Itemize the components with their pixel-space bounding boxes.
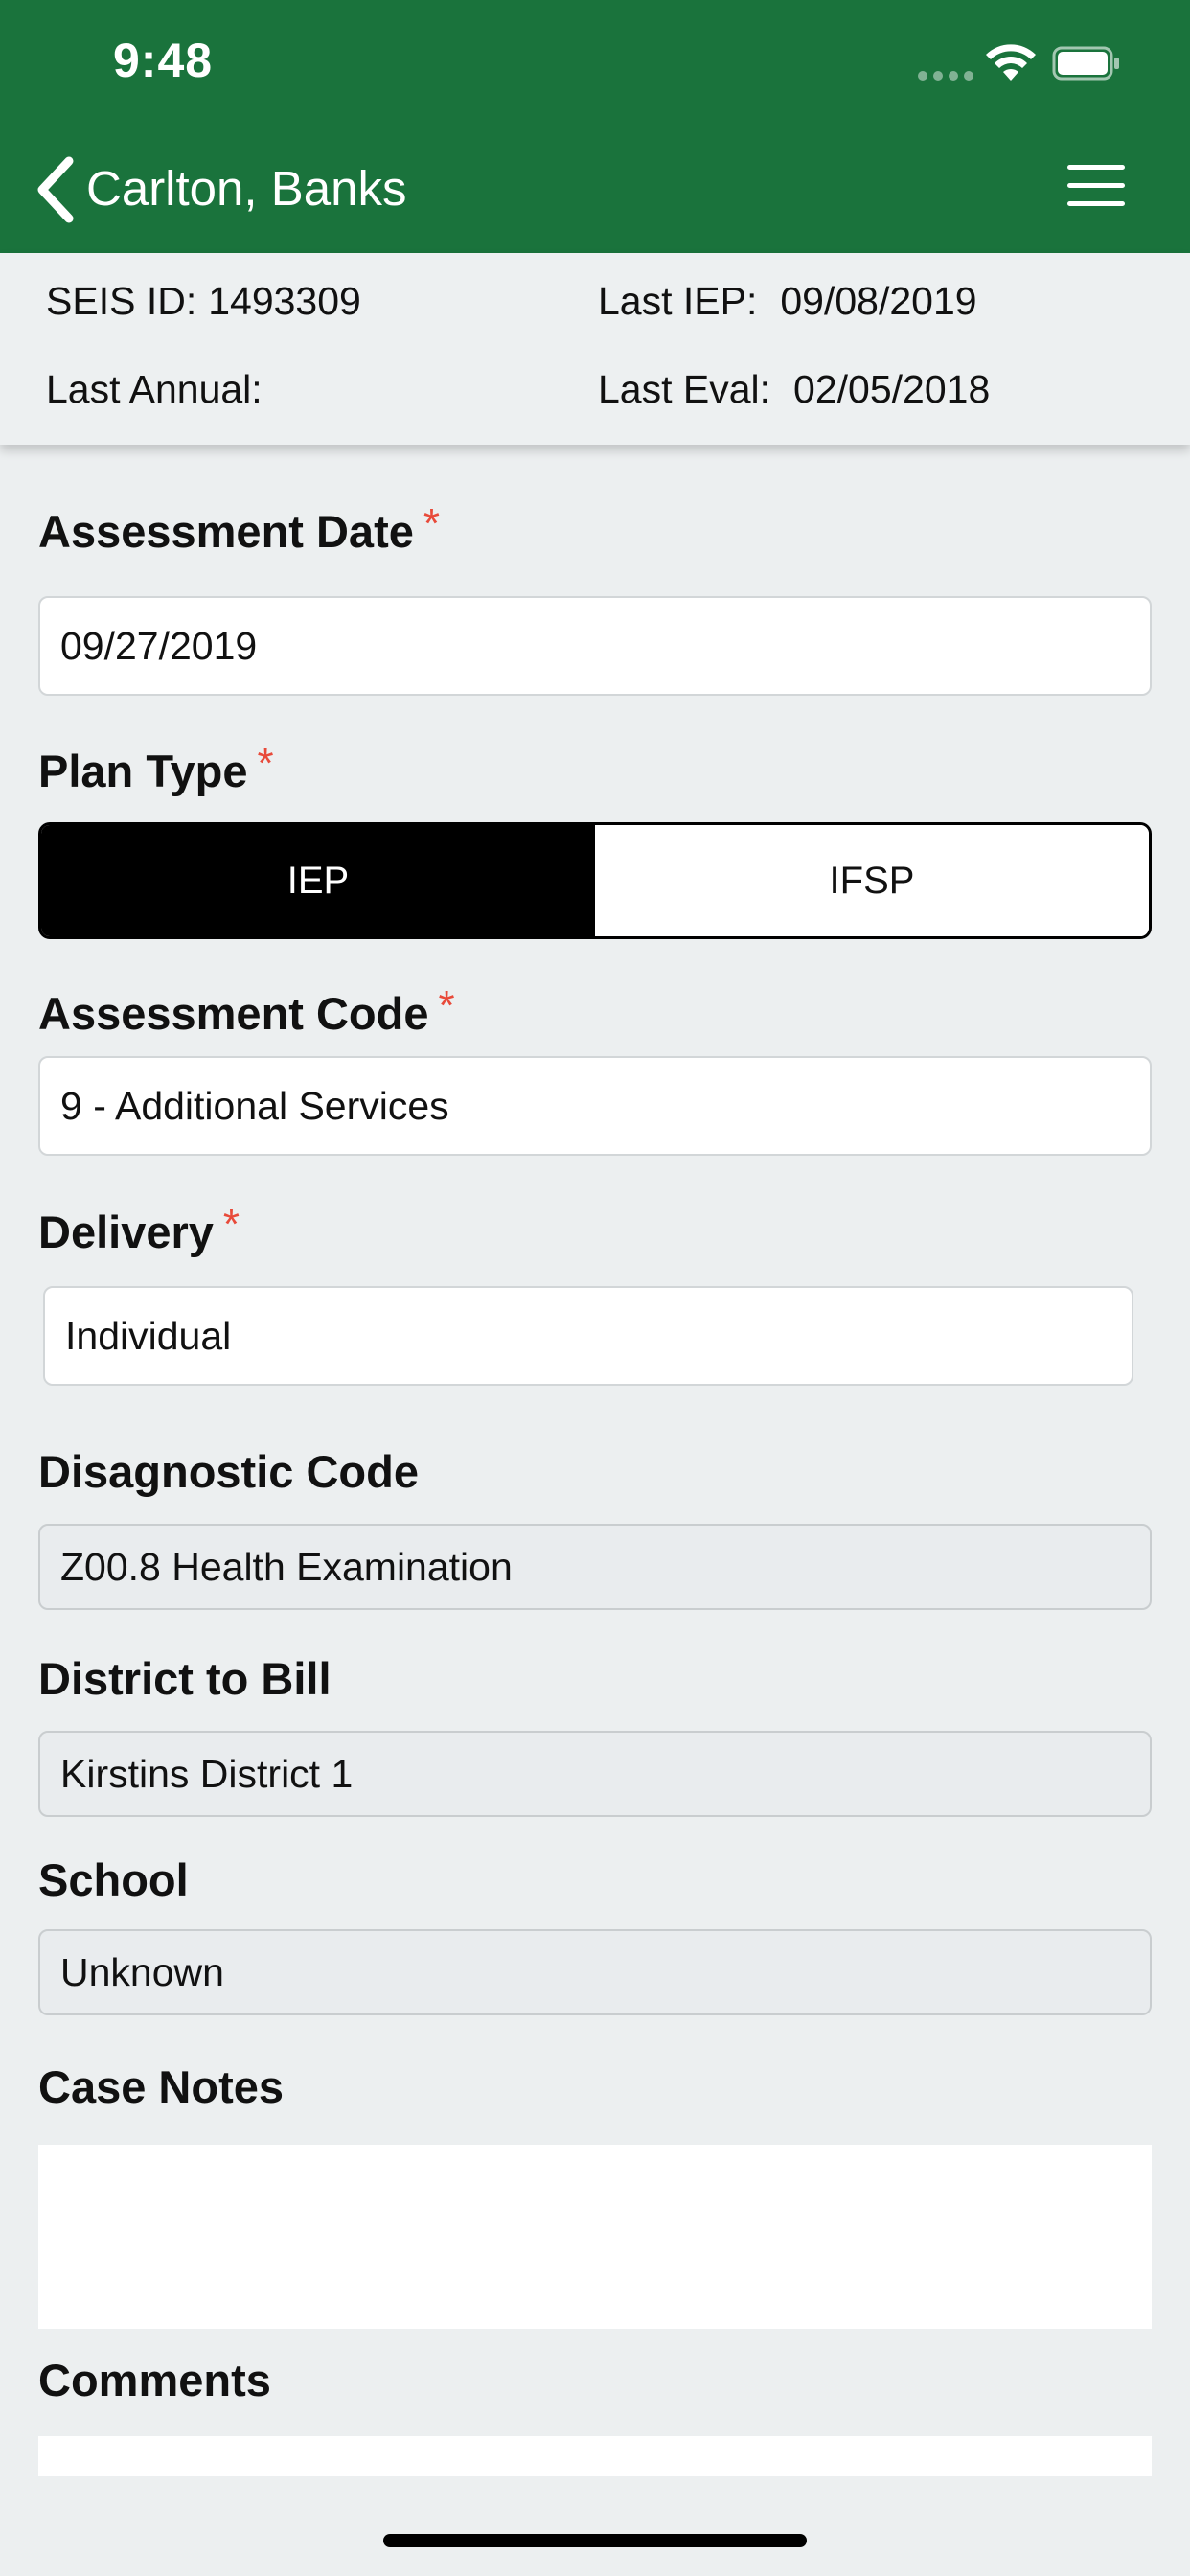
seis-id: SEIS ID: 1493309 (46, 279, 361, 324)
status-time: 9:48 (113, 34, 214, 87)
required-marker: * (438, 982, 455, 1029)
assessment-date-label: Assessment Date * (38, 500, 440, 558)
plan-type-option-iep[interactable]: IEP (41, 825, 595, 936)
delivery-field[interactable]: Individual (43, 1286, 1133, 1386)
comments-textarea[interactable] (38, 2436, 1152, 2476)
cellular-signal-icon (918, 71, 973, 80)
required-marker: * (222, 1201, 240, 1248)
last-eval: Last Eval: 02/05/2018 (598, 367, 990, 412)
last-eval-label: Last Eval: (598, 367, 771, 411)
last-iep: Last IEP: 09/08/2019 (598, 279, 977, 324)
wifi-icon (986, 44, 1036, 80)
assessment-date-label-text: Assessment Date (38, 506, 414, 557)
diagnostic-code-label: Disagnostic Code (38, 1446, 419, 1497)
plan-type-label-text: Plan Type (38, 746, 248, 796)
last-iep-label: Last IEP: (598, 279, 758, 323)
district-to-bill-field: Kirstins District 1 (38, 1731, 1152, 1817)
plan-type-segmented-control[interactable]: IEP IFSP (38, 822, 1152, 939)
case-notes-textarea[interactable] (38, 2145, 1152, 2329)
delivery-label: Delivery * (38, 1201, 240, 1258)
home-indicator[interactable] (383, 2534, 807, 2547)
student-info-header: SEIS ID: 1493309 Last IEP: 09/08/2019 Last… (0, 253, 1190, 445)
battery-icon (1052, 46, 1119, 80)
required-marker: * (423, 500, 440, 547)
assessment-date-field[interactable]: 09/27/2019 (38, 596, 1152, 696)
diagnostic-code-field: Z00.8 Health Examination (38, 1524, 1152, 1610)
last-iep-value: 09/08/2019 (780, 279, 977, 323)
last-annual-label: Last Annual: (46, 367, 263, 411)
school-label: School (38, 1854, 189, 1905)
case-notes-label: Case Notes (38, 2061, 284, 2112)
seis-id-value: 1493309 (208, 279, 361, 323)
seis-id-label: SEIS ID: (46, 279, 197, 323)
delivery-label-text: Delivery (38, 1207, 214, 1257)
required-marker: * (257, 740, 274, 787)
comments-label: Comments (38, 2355, 271, 2405)
school-field: Unknown (38, 1929, 1152, 2015)
back-icon[interactable] (33, 155, 79, 224)
hamburger-menu-icon[interactable] (1067, 165, 1125, 207)
navigation-bar: 9:48 Carlton, Banks (0, 0, 1190, 253)
plan-type-option-ifsp[interactable]: IFSP (595, 825, 1149, 936)
district-to-bill-label: District to Bill (38, 1653, 332, 1704)
assessment-code-label: Assessment Code * (38, 982, 455, 1040)
plan-type-label: Plan Type * (38, 740, 274, 797)
last-annual: Last Annual: (46, 367, 274, 412)
student-name-title: Carlton, Banks (86, 161, 407, 216)
assessment-code-label-text: Assessment Code (38, 988, 429, 1039)
assessment-code-field[interactable]: 9 - Additional Services (38, 1056, 1152, 1156)
last-eval-value: 02/05/2018 (793, 367, 991, 411)
